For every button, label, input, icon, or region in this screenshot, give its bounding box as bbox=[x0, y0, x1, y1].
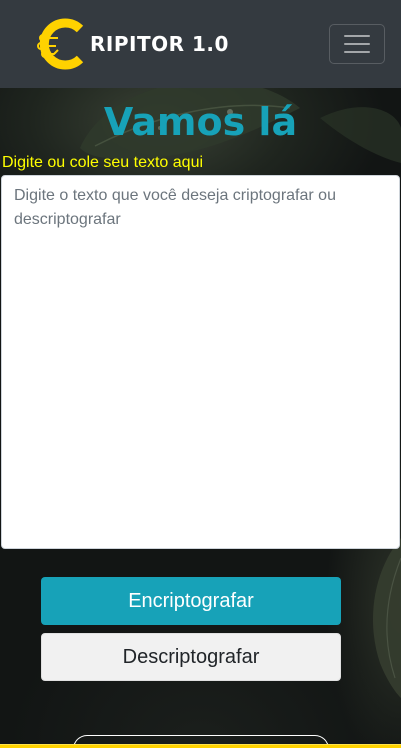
decrypt-button[interactable]: Descriptografar bbox=[41, 633, 341, 681]
hamburger-menu-icon bbox=[344, 35, 370, 37]
page-title: Vamos lá bbox=[103, 100, 298, 144]
text-input-label: Digite ou cole seu texto aqui bbox=[2, 154, 204, 171]
main-section: Vamos lá Digite ou cole seu texto aqui E… bbox=[0, 88, 401, 748]
circuit-c-logo-icon bbox=[37, 18, 84, 70]
brand[interactable]: RIPITOR 1.0 bbox=[34, 13, 229, 75]
navbar: RIPITOR 1.0 bbox=[0, 0, 401, 88]
encrypt-button[interactable]: Encriptografar bbox=[41, 577, 341, 625]
footer-accent-bar bbox=[0, 744, 401, 748]
brand-name: RIPITOR 1.0 bbox=[90, 32, 229, 56]
message-textarea[interactable] bbox=[1, 175, 400, 549]
navbar-toggler-button[interactable] bbox=[329, 24, 385, 64]
